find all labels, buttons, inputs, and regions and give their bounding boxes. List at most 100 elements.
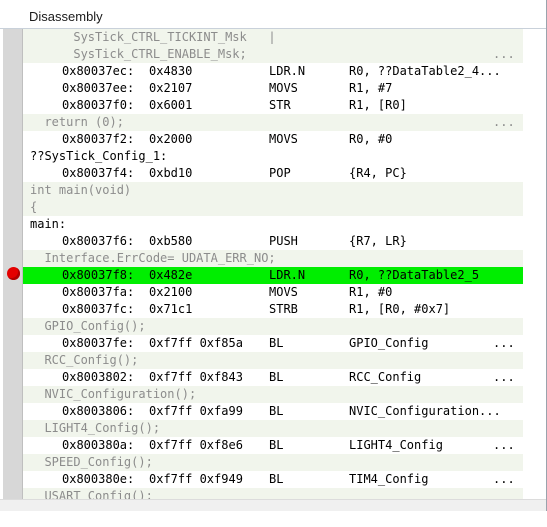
instruction-line[interactable]: 0x80037ee: 0x2107 MOVS R1, #7 [23,80,523,97]
instruction-line[interactable]: 0x80037fa: 0x2100 MOVS R1, #0 [23,284,523,301]
opcode: 0x4830 [149,64,193,78]
opcode: 0xf7ff 0xf8e6 [149,438,243,452]
operands: R1, [R0, #0x7] [349,302,451,316]
operands: LIGHT4_Config [349,438,443,452]
instruction-line[interactable]: 0x80037f6: 0xb580 PUSH {R7, LR} [23,233,523,250]
operands: R0, #0 [349,132,393,146]
mnemonic: MOVS [269,285,298,299]
address: 0x80037ee: [62,81,135,95]
mnemonic: PUSH [269,234,298,248]
instruction-line[interactable]: 0x80037fc: 0x71c1 STRB R1, [R0, #0x7] [23,301,523,318]
source-line[interactable]: LIGHT4_Config(); [23,420,523,437]
window-title: Disassembly [29,9,103,24]
mnemonic: MOVS [269,132,298,146]
instruction-line[interactable]: 0x8003802: 0xf7ff 0xf843 BL RCC_Config... [23,369,523,386]
address: 0x80037f2: [62,132,135,146]
instruction-line[interactable]: 0x80037f4: 0xbd10 POP {R4, PC} [23,165,523,182]
operands: R0, ??DataTable2_5 [349,268,480,282]
ellipsis: ... [493,472,515,486]
instruction-line[interactable]: 0x800380a: 0xf7ff 0xf8e6 BL LIGHT4_Config..… [23,437,523,454]
breakpoint-icon[interactable] [7,267,20,280]
operands: R1, [R0] [349,98,407,112]
mnemonic: POP [269,166,291,180]
address: 0x80037ec: [62,64,135,78]
instruction-line[interactable]: 0x80037f2: 0x2000 MOVS R0, #0 [23,131,523,148]
mnemonic: LDR.N [269,64,306,78]
mnemonic: BL [269,370,284,384]
instruction-line[interactable]: 0x800380e: 0xf7ff 0xf949 BL TIM4_Config... [23,471,523,488]
address: 0x80037f6: [62,234,135,248]
source-line[interactable]: SysTick_CTRL_TICKINT_Msk | [23,29,523,46]
label-text: main: [30,217,67,231]
source-line[interactable]: { [23,199,523,216]
label-line[interactable]: ??SysTick_Config_1: [23,148,523,165]
opcode: 0x6001 [149,98,193,112]
source-text: return (0); [30,115,124,129]
opcode: 0x2100 [149,285,193,299]
source-line[interactable]: USART_Config(); [23,488,523,499]
mnemonic: MOVS [269,81,298,95]
mnemonic: BL [269,472,284,486]
address: 0x80037fc: [62,302,135,316]
operands: {R4, PC} [349,166,407,180]
source-text: GPIO_Config(); [30,319,146,333]
instruction-line[interactable]: 0x80037ec: 0x4830 LDR.N R0, ??DataTable2_4.… [23,63,523,80]
mnemonic: BL [269,438,284,452]
mnemonic: BL [269,404,284,418]
source-text: SPEED_Config(); [30,455,153,469]
source-text: RCC_Config(); [30,353,139,367]
opcode: 0xbd10 [149,166,193,180]
ellipsis: ... [493,370,515,384]
opcode: 0x2107 [149,81,193,95]
address: 0x800380e: [62,472,135,486]
instruction-line[interactable]: 0x8003806: 0xf7ff 0xfa99 BL NVIC_Configurat… [23,403,523,420]
source-line[interactable]: return (0);... [23,114,523,131]
operands: TIM4_Config [349,472,429,486]
operands: R1, #0 [349,285,393,299]
operands: {R7, LR} [349,234,407,248]
source-line[interactable]: SPEED_Config(); [23,454,523,471]
source-text: { [30,200,38,214]
vertical-scrollbar[interactable] [524,29,546,499]
operands: R0, ??DataTable2_4... [349,64,501,78]
source-line[interactable]: NVIC_Configuration(); [23,386,523,403]
address: 0x80037f0: [62,98,135,112]
address: 0x80037f4: [62,166,135,180]
opcode: 0x71c1 [149,302,193,316]
opcode: 0xf7ff 0xf949 [149,472,243,486]
current-instruction-line[interactable]: 0x80037f8: 0x482e LDR.N R0, ??DataTable2_5 [23,267,523,284]
opcode: 0xb580 [149,234,193,248]
source-text: Interface.ErrCode= UDATA_ERR_NO; [30,251,276,265]
operands: R1, #7 [349,81,393,95]
source-line[interactable]: SysTick_CTRL_ENABLE_Msk;... [23,46,523,63]
label-line[interactable]: main: [23,216,523,233]
operands: NVIC_Configuration... [349,404,501,418]
breakpoint-gutter[interactable] [3,29,23,499]
source-line[interactable]: int main(void) [23,182,523,199]
instruction-line[interactable]: 0x80037f0: 0x6001 STR R1, [R0] [23,97,523,114]
ellipsis: ... [493,336,515,350]
mnemonic: BL [269,336,284,350]
address: 0x80037f8: [62,268,135,282]
address: 0x80037fe: [62,336,135,350]
operands: GPIO_Config [349,336,429,350]
mnemonic: STR [269,98,291,112]
label-text: ??SysTick_Config_1: [30,149,168,163]
source-line[interactable]: GPIO_Config(); [23,318,523,335]
source-text: SysTick_CTRL_ENABLE_Msk; [30,47,247,61]
mnemonic: STRB [269,302,298,316]
disassembly-window: Disassembly SysTick_CTRL_TICKINT_Msk | S… [0,0,547,511]
horizontal-scrollbar[interactable] [0,499,546,511]
ellipsis: ... [493,47,515,61]
ellipsis: ... [493,438,515,452]
mnemonic: LDR.N [269,268,306,282]
source-text: int main(void) [30,183,132,197]
instruction-line[interactable]: 0x80037fe: 0xf7ff 0xf85a BL GPIO_Config... [23,335,523,352]
opcode: 0xf7ff 0xf85a [149,336,243,350]
source-line[interactable]: Interface.ErrCode= UDATA_ERR_NO; [23,250,523,267]
source-line[interactable]: RCC_Config(); [23,352,523,369]
address: 0x800380a: [62,438,135,452]
disassembly-listing[interactable]: SysTick_CTRL_TICKINT_Msk | SysTick_CTRL_… [23,29,523,499]
window-titlebar: Disassembly [0,0,546,29]
opcode: 0xf7ff 0xfa99 [149,404,243,418]
